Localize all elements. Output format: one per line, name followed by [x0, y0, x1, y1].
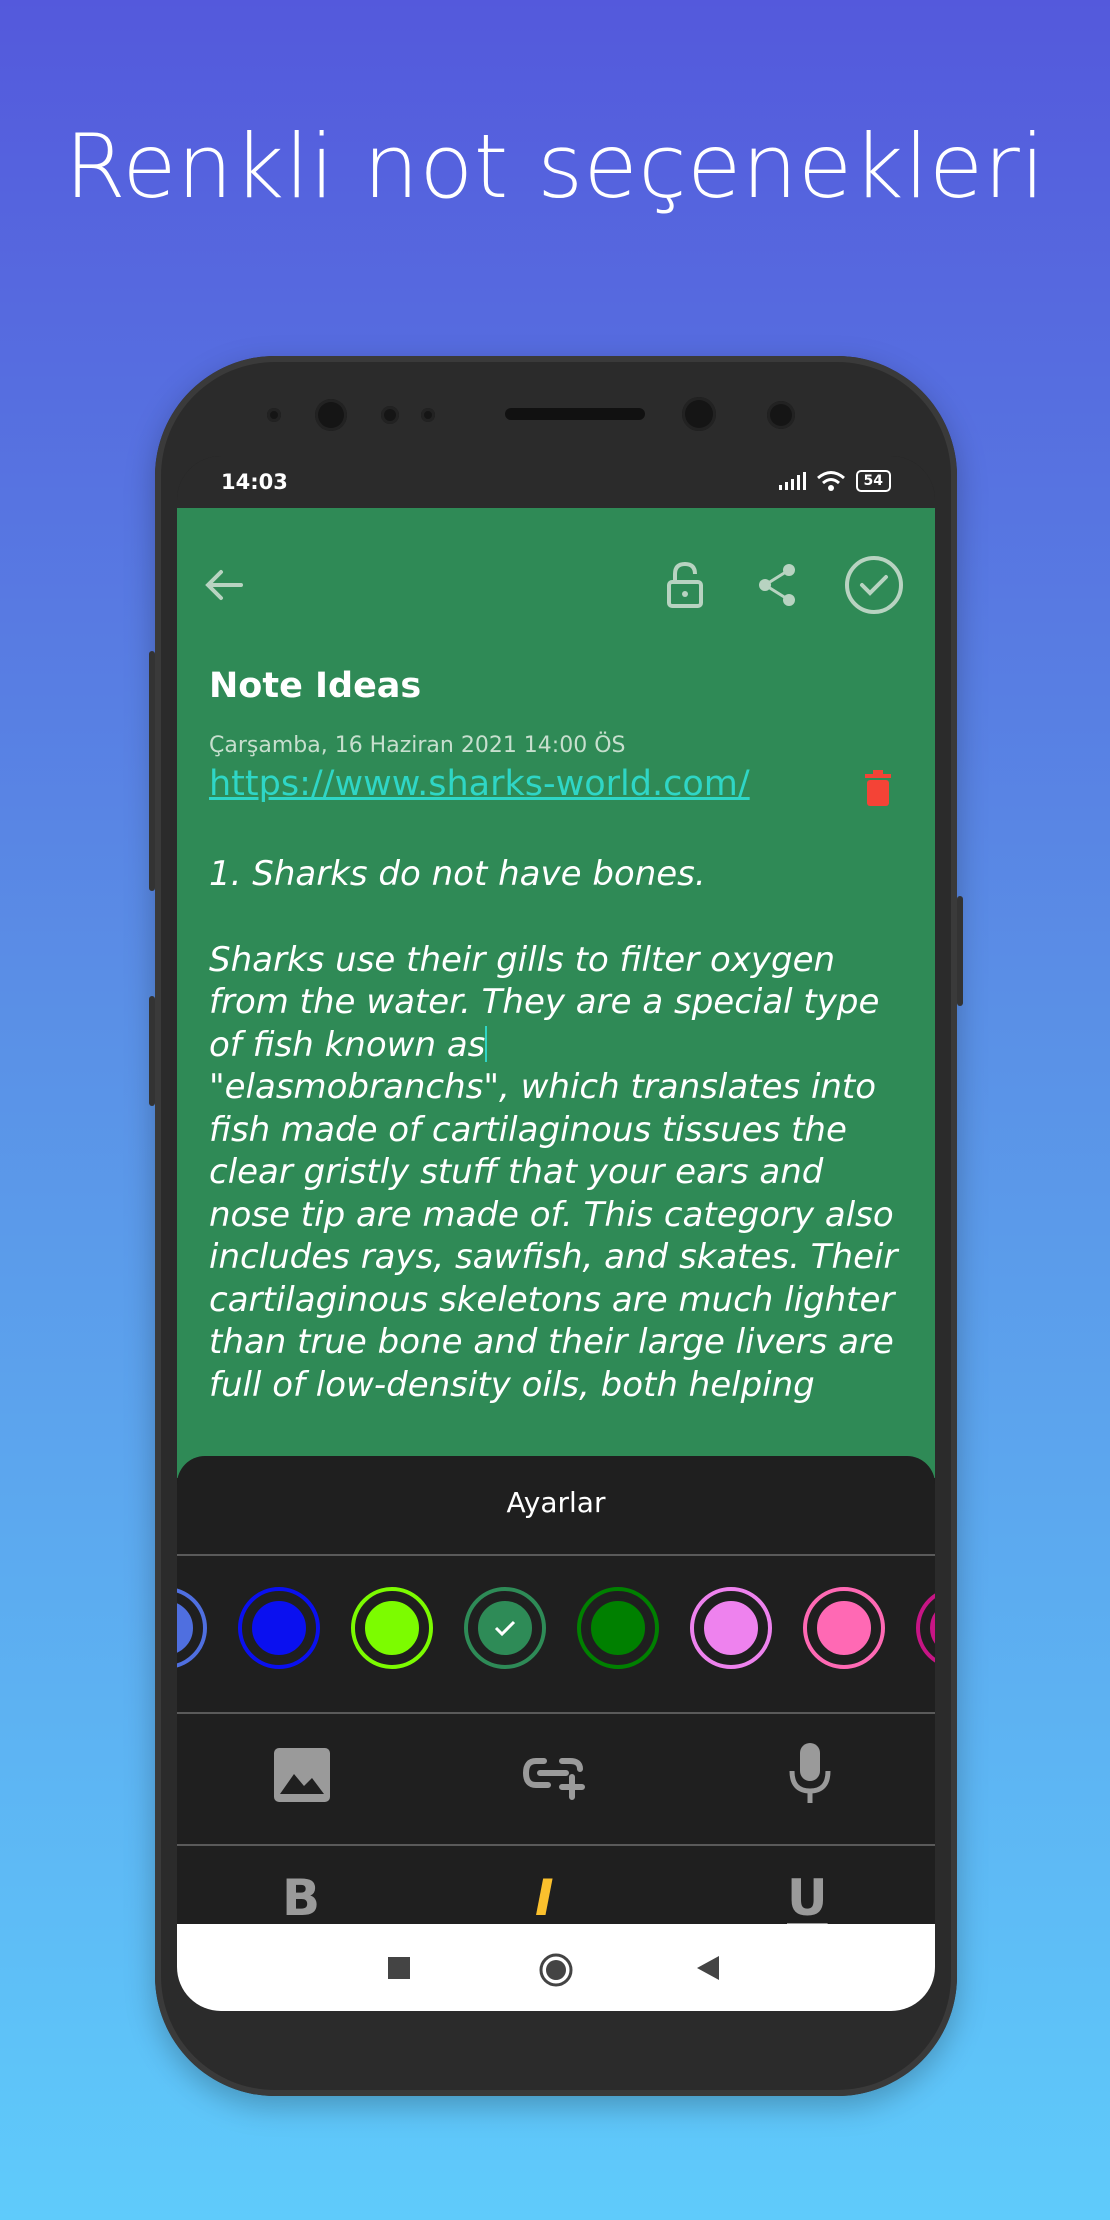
note-body[interactable]: 1. Sharks do not have bones. Sharks use … — [209, 853, 914, 1449]
android-nav-bar — [177, 1924, 935, 2011]
status-bar: 14:03 54 — [177, 456, 935, 508]
volume-button — [149, 651, 155, 891]
arrow-left-icon[interactable] — [199, 560, 249, 610]
italic-button[interactable]: I — [535, 1869, 554, 1927]
divider — [177, 1844, 935, 1846]
underline-button[interactable]: U — [787, 1869, 828, 1927]
color-swatch-lime[interactable] — [351, 1587, 433, 1669]
note-link[interactable]: https://www.sharks-world.com/ — [209, 764, 750, 804]
sensor-dot — [421, 408, 435, 422]
color-swatch-sea-green[interactable] — [464, 1587, 546, 1669]
swatch-fill — [927, 1598, 935, 1658]
note-title[interactable]: Note Ideas — [209, 666, 421, 706]
battery-indicator: 54 — [855, 470, 891, 492]
image-icon[interactable] — [272, 1746, 332, 1804]
sensor-dot — [381, 406, 399, 424]
divider — [177, 1554, 935, 1556]
swatch-fill — [588, 1598, 648, 1658]
sensor-dot — [267, 408, 281, 422]
color-swatch-violet[interactable] — [690, 1587, 772, 1669]
share-icon[interactable] — [755, 560, 799, 610]
swatch-fill — [249, 1598, 309, 1658]
recents-icon[interactable] — [387, 1956, 411, 1980]
note-paragraph: Sharks use their gills to filter oxygen … — [209, 939, 914, 1407]
swatch-fill — [475, 1598, 535, 1658]
front-camera-2 — [682, 397, 716, 431]
front-sensor — [767, 401, 795, 429]
swatch-fill — [362, 1598, 422, 1658]
note-date: Çarşamba, 16 Haziran 2021 14:00 ÖS — [209, 733, 626, 758]
phone-frame: 14:03 54 Note Ideas Çarşamba, 16 Haziran… — [149, 356, 963, 2096]
divider — [177, 1712, 935, 1714]
note-editor[interactable]: Note Ideas Çarşamba, 16 Haziran 2021 14:… — [177, 508, 935, 1478]
color-swatch-green[interactable] — [577, 1587, 659, 1669]
note-paragraph: 1. Sharks do not have bones. — [209, 854, 706, 894]
microphone-icon[interactable] — [787, 1741, 833, 1807]
promo-headline: Renkli not seçenekleri — [64, 115, 1046, 218]
home-icon[interactable] — [538, 1952, 574, 1988]
bold-button[interactable]: B — [282, 1869, 320, 1927]
add-link-icon[interactable] — [522, 1751, 590, 1801]
swatch-fill — [814, 1598, 874, 1658]
lock-open-icon[interactable] — [663, 560, 707, 610]
phone-screen: 14:03 54 Note Ideas Çarşamba, 16 Haziran… — [177, 456, 935, 2011]
wifi-icon — [816, 471, 845, 491]
color-swatch-cornflower[interactable] — [177, 1587, 207, 1669]
side-button — [149, 996, 155, 1106]
color-swatch-blue[interactable] — [238, 1587, 320, 1669]
power-button — [957, 896, 963, 1006]
signal-icon — [778, 472, 806, 490]
swatch-fill — [701, 1598, 761, 1658]
swatch-fill — [177, 1598, 196, 1658]
color-swatch-magenta[interactable] — [916, 1587, 935, 1669]
color-swatch-hot-pink[interactable] — [803, 1587, 885, 1669]
note-text-after-caret: "elasmobranchs", which translates into f… — [209, 1067, 898, 1405]
trash-icon[interactable] — [863, 770, 893, 806]
sheet-title: Ayarlar — [506, 1486, 606, 1519]
check-circle-icon[interactable] — [843, 554, 905, 616]
note-text-before-caret: Sharks use their gills to filter oxygen … — [209, 939, 880, 1065]
settings-sheet: Ayarlar B I U — [177, 1456, 935, 1976]
earpiece-speaker — [505, 408, 645, 420]
status-time: 14:03 — [221, 470, 288, 494]
front-camera — [315, 399, 347, 431]
text-caret — [485, 1025, 488, 1062]
check-icon — [494, 1620, 516, 1637]
back-nav-icon[interactable] — [695, 1954, 721, 1982]
